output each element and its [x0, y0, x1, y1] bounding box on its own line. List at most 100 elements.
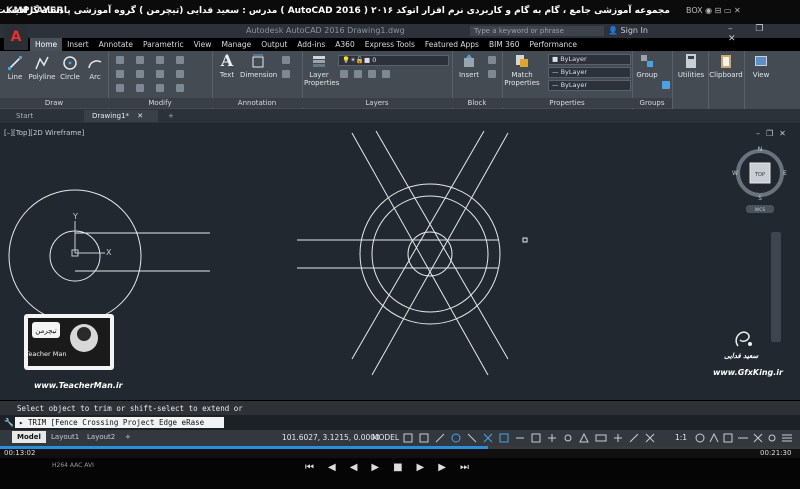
tab-bim-360[interactable]: BIM 360	[484, 38, 525, 51]
application-menu-button[interactable]: A	[4, 24, 28, 50]
offset-icon[interactable]	[176, 84, 184, 92]
scale-icon[interactable]	[136, 84, 144, 92]
playback-buttons[interactable]: ⏮◀◀▶■▶▶⏭	[305, 462, 483, 473]
layer-state-icon[interactable]	[340, 70, 348, 78]
layers-panel-label[interactable]: Layers	[302, 98, 452, 108]
fillet-icon[interactable]	[156, 70, 164, 78]
annotation-panel-label[interactable]: Annotation	[212, 98, 302, 108]
copy-icon[interactable]	[116, 70, 124, 78]
diagonal-line-d[interactable]	[351, 130, 485, 360]
compass-west[interactable]: W	[732, 170, 738, 177]
line-tool[interactable]: Line	[4, 55, 26, 81]
diagonal-line-c[interactable]	[375, 130, 509, 360]
mirror-icon[interactable]	[136, 70, 144, 78]
compass-north[interactable]: N	[758, 146, 763, 153]
viewcube[interactable]: TOP N S W E WCS	[732, 145, 788, 217]
sign-in-button[interactable]: 👤 Sign In	[608, 26, 648, 35]
groups-panel-label[interactable]: Groups	[632, 98, 672, 108]
tab-annotate[interactable]: Annotate	[94, 38, 138, 51]
fast-forward-icon[interactable]: ▶▶	[417, 462, 460, 473]
create-block-icon[interactable]	[488, 56, 496, 64]
layer-properties-tool[interactable]: Layer Properties	[304, 53, 339, 87]
stop-icon[interactable]: ■	[393, 462, 416, 473]
tab-start[interactable]: Start	[8, 110, 84, 122]
explode-icon[interactable]	[176, 70, 184, 78]
window-buttons[interactable]: – ❐ ✕	[728, 24, 800, 44]
inner-circle-right[interactable]	[407, 231, 453, 277]
tab-drawing1[interactable]: Drawing1* ✕	[84, 110, 158, 122]
tab-model[interactable]: Model	[12, 431, 46, 443]
array-icon[interactable]	[156, 84, 164, 92]
previous-icon[interactable]: ⏮	[305, 462, 328, 473]
next-icon[interactable]: ⏭	[460, 462, 483, 473]
view-tool[interactable]: View	[745, 53, 777, 79]
coordinates-readout[interactable]: 101.6027, 3.1215, 0.0000	[282, 433, 380, 442]
linetype-dropdown[interactable]: — ByLayer	[548, 67, 631, 78]
tab-insert[interactable]: Insert	[62, 38, 94, 51]
tab-home[interactable]: Home	[30, 38, 63, 51]
clipboard-tool[interactable]: Clipboard	[709, 53, 743, 79]
tab-parametric[interactable]: Parametric	[138, 38, 189, 51]
modify-panel-label[interactable]: Modify	[108, 98, 212, 108]
tab-manage[interactable]: Manage	[216, 38, 256, 51]
sign-in-label[interactable]: Sign In	[621, 26, 648, 35]
navigation-bar[interactable]	[771, 232, 781, 342]
polyline-tool[interactable]: Polyline	[26, 55, 58, 81]
insert-tool[interactable]: Insert	[456, 53, 482, 79]
tab-add-ins[interactable]: Add-ins	[292, 38, 330, 51]
draw-panel-label[interactable]: Draw	[0, 98, 108, 108]
leader-icon[interactable]	[282, 56, 290, 64]
text-tool[interactable]: A Text	[216, 53, 238, 80]
annotation-scale[interactable]: 1:1	[675, 433, 687, 442]
group-tool[interactable]: Group	[634, 53, 660, 79]
tab-a360[interactable]: A360	[330, 38, 359, 51]
utilities-tool[interactable]: Utilities	[674, 53, 708, 79]
new-tab-button[interactable]: +	[160, 110, 182, 122]
outer-circle-right[interactable]	[359, 183, 501, 325]
tab-featured-apps[interactable]: Featured Apps	[420, 38, 484, 51]
block-panel-label[interactable]: Block	[452, 98, 502, 108]
status-right-icons[interactable]	[694, 432, 798, 444]
tab-layout1[interactable]: Layout1	[46, 431, 84, 443]
layer-dropdown[interactable]: 💡☀🔓■ 0	[338, 55, 449, 66]
arc-tool[interactable]: Arc	[84, 55, 106, 81]
add-layout-button[interactable]: +	[120, 431, 136, 443]
circle-tool[interactable]: Circle	[58, 55, 82, 81]
tab-performance[interactable]: Performance	[524, 38, 582, 51]
rewind-icon[interactable]: ◀◀	[328, 462, 371, 473]
status-toggles[interactable]	[402, 432, 672, 444]
dimension-tool[interactable]: Dimension	[240, 53, 277, 79]
layer-match-icon[interactable]	[382, 70, 390, 78]
arc-icon	[88, 60, 102, 69]
close-tab-icon[interactable]: ✕	[137, 112, 143, 120]
edit-block-icon[interactable]	[488, 70, 496, 78]
teacherman-logo-label: Teacher Man	[25, 350, 67, 358]
layer-lock-icon[interactable]	[368, 70, 376, 78]
properties-panel-label[interactable]: Properties	[502, 98, 632, 108]
drawing-canvas[interactable]: Y X	[0, 123, 800, 400]
match-properties-tool[interactable]: Match Properties	[504, 53, 540, 87]
rotate-icon[interactable]	[136, 56, 144, 64]
erase-icon[interactable]	[176, 56, 184, 64]
move-icon[interactable]	[116, 56, 124, 64]
tab-view[interactable]: View	[189, 38, 217, 51]
table-icon[interactable]	[282, 70, 290, 78]
search-input[interactable]: Type a keyword or phrase	[470, 26, 604, 36]
compass-east[interactable]: E	[783, 170, 787, 177]
stretch-icon[interactable]	[116, 84, 124, 92]
compass-south[interactable]: S	[758, 195, 762, 202]
tab-express-tools[interactable]: Express Tools	[360, 38, 420, 51]
play-icon[interactable]: ▶	[371, 462, 393, 473]
group-select-icon[interactable]	[662, 81, 670, 89]
circle-label: Circle	[60, 73, 80, 81]
wrench-icon[interactable]: 🔧	[4, 418, 14, 427]
player-window-controls[interactable]: BOX ◉ ⊟ ▭ ✕	[686, 6, 741, 15]
tab-layout2[interactable]: Layout2	[82, 431, 120, 443]
lineweight-dropdown[interactable]: — ByLayer	[548, 80, 631, 91]
tab-output[interactable]: Output	[256, 38, 292, 51]
color-dropdown[interactable]: ■ ByLayer	[548, 54, 631, 65]
trim-icon[interactable]	[156, 56, 164, 64]
command-input[interactable]: ▸ TRIM [Fence Crossing Project Edge eRas…	[15, 417, 224, 438]
layer-freeze-icon[interactable]	[354, 70, 362, 78]
model-space-button[interactable]: MODEL	[372, 433, 399, 442]
